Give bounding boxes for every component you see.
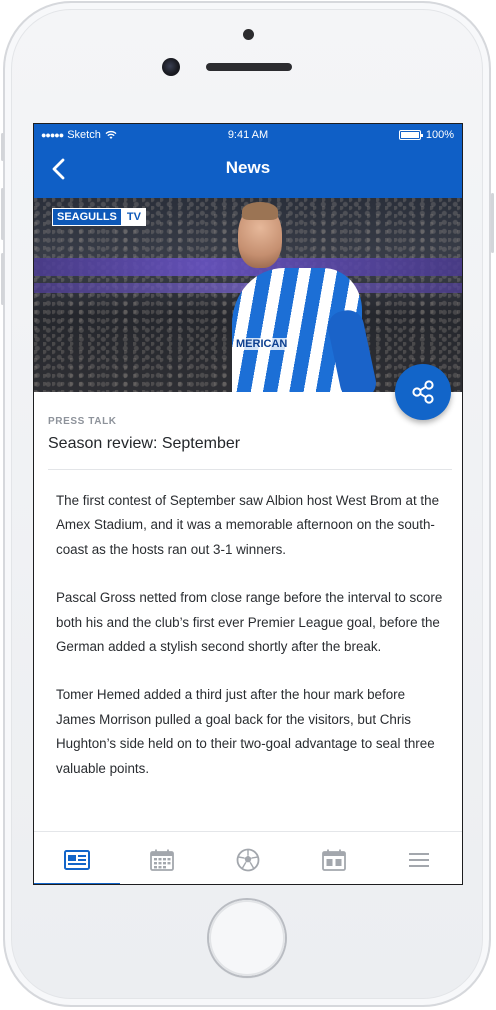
news-icon xyxy=(63,849,90,870)
share-button[interactable] xyxy=(395,364,451,420)
share-icon xyxy=(412,380,434,404)
article-paragraph: The first contest of September saw Albio… xyxy=(56,493,440,557)
article-body: The first contest of September saw Albio… xyxy=(56,489,448,805)
status-time: 9:41 AM xyxy=(227,129,269,141)
article-category: PRESS TALK xyxy=(48,416,117,427)
article-paragraph: Tomer Hemed added a third just after the… xyxy=(56,687,435,776)
volume-down-button xyxy=(1,253,4,305)
tab-bar xyxy=(34,831,462,884)
home-button[interactable] xyxy=(209,900,285,976)
active-tab-indicator xyxy=(34,883,120,884)
calendar-icon xyxy=(150,849,175,871)
tab-calendar[interactable] xyxy=(120,832,206,884)
tab-menu[interactable] xyxy=(376,832,462,884)
seagulls-tv-badge: SEAGULLS TV xyxy=(52,208,146,226)
seagulls-tv-badge-right: TV xyxy=(121,208,146,226)
app-screen: ●●●●● Sketch 9:41 AM 100% News MERICAN S… xyxy=(33,123,463,885)
title-divider xyxy=(48,469,452,470)
fixtures-icon xyxy=(321,849,346,871)
article-paragraph: Pascal Gross netted from close range bef… xyxy=(56,590,443,655)
volume-up-button xyxy=(1,188,4,240)
hero-image[interactable]: MERICAN SEAGULLS TV xyxy=(34,198,462,392)
front-camera xyxy=(162,58,180,76)
battery-percent: 100% xyxy=(425,129,454,141)
battery-icon xyxy=(398,130,423,140)
status-bar: ●●●●● Sketch 9:41 AM 100% xyxy=(34,124,462,146)
tab-fixtures[interactable] xyxy=(291,832,377,884)
football-icon xyxy=(236,848,260,871)
menu-icon xyxy=(409,852,430,867)
tab-news[interactable] xyxy=(34,832,120,884)
power-button xyxy=(491,193,494,253)
player-hair xyxy=(242,202,278,220)
article-title: Season review: September xyxy=(48,435,241,452)
app-header: ●●●●● Sketch 9:41 AM 100% News xyxy=(34,124,462,198)
seagulls-tv-badge-left: SEAGULLS xyxy=(52,208,122,226)
earpiece-speaker xyxy=(206,63,292,71)
tab-football[interactable] xyxy=(205,832,291,884)
page-title: News xyxy=(225,158,271,177)
mute-switch xyxy=(1,133,4,161)
shirt-sponsor: MERICAN xyxy=(234,338,290,350)
proximity-sensor xyxy=(243,29,254,40)
